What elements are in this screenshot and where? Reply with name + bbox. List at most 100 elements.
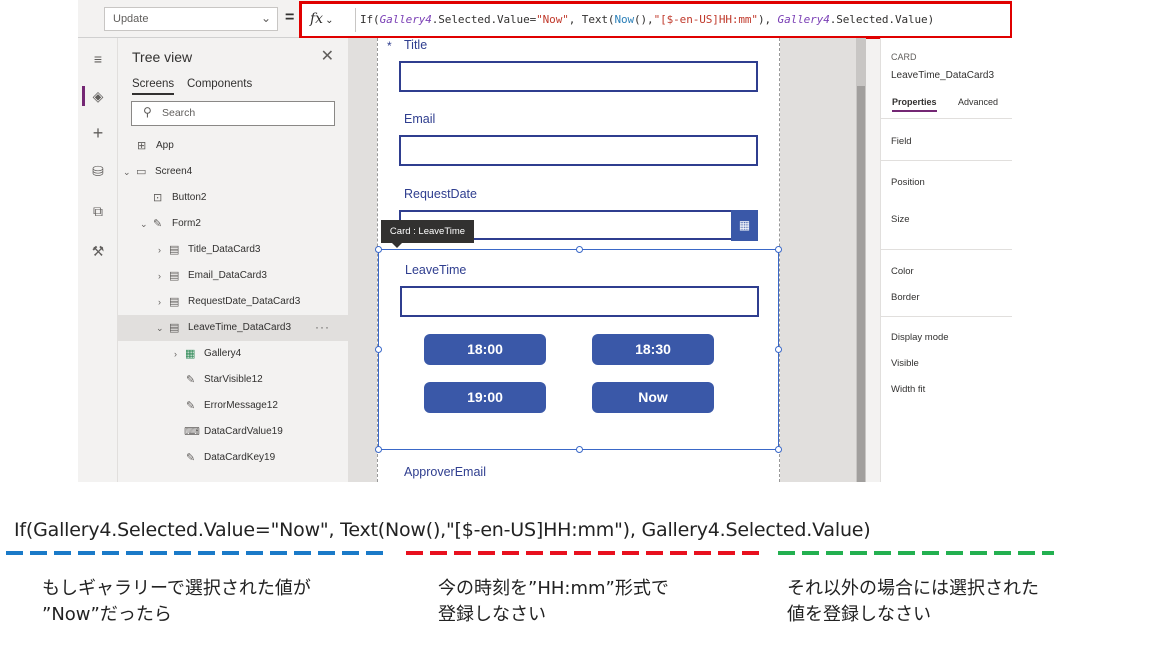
resize-handle[interactable] <box>775 346 782 353</box>
chevron-down-icon: ⌄ <box>156 323 164 333</box>
fx-icon: fx <box>310 11 324 27</box>
edit-icon: ✎ <box>186 400 196 412</box>
note-line: 今の時刻を”HH:mm”形式で <box>438 578 669 599</box>
formula-input[interactable]: fx ⌄ If(Gallery4.Selected.Value="Now", Te… <box>299 1 1012 39</box>
prop-color[interactable]: Color <box>891 266 914 277</box>
control-name: LeaveTime_DataCard3 <box>891 70 995 81</box>
tree-node-label-control[interactable]: ✎ DataCardKey19 <box>118 445 348 471</box>
canvas-scrollbar[interactable] <box>856 38 866 482</box>
time-button-1900[interactable]: 19:00 <box>424 382 546 413</box>
formula-token: , Text( <box>568 13 615 26</box>
search-input[interactable]: ⚲ Search <box>131 101 335 126</box>
prop-display-mode[interactable]: Display mode <box>891 332 949 343</box>
tree-node-label: Title_DataCard3 <box>188 244 261 255</box>
prop-width-fit[interactable]: Width fit <box>891 384 925 395</box>
data-cylinder-icon[interactable]: ⛁ <box>78 158 118 184</box>
tree-node-card[interactable]: › ▤ Title_DataCard3 <box>118 237 348 263</box>
tree-node-label: Form2 <box>172 218 201 229</box>
resize-handle[interactable] <box>576 446 583 453</box>
search-placeholder: Search <box>162 107 196 119</box>
time-button-now[interactable]: Now <box>592 382 714 413</box>
tree-node-app[interactable]: ⊞ App <box>118 133 348 159</box>
chevron-down-icon: ⌄ <box>260 11 271 25</box>
resize-handle[interactable] <box>375 446 382 453</box>
equals-sign: = <box>285 9 295 26</box>
tree-node-gallery[interactable]: › ▦ Gallery4 <box>118 341 348 367</box>
field-label-leave-time: LeaveTime <box>405 263 467 277</box>
calendar-icon[interactable]: ▦ <box>731 210 758 241</box>
prop-field[interactable]: Field <box>891 136 912 147</box>
tree-node-label: LeaveTime_DataCard3 <box>188 322 292 333</box>
chevron-down-icon: ⌄ <box>140 219 148 229</box>
tree-node-card-selected[interactable]: ⌄ ▤ LeaveTime_DataCard3 ··· <box>118 315 348 341</box>
tree-node-label: Gallery4 <box>204 348 242 359</box>
chevron-down-icon: ⌄ <box>325 15 334 26</box>
chevron-right-icon: › <box>174 349 177 359</box>
leave-time-card[interactable]: LeaveTime 18:00 18:30 19:00 Now <box>375 246 782 453</box>
note-line: それ以外の場合には選択された <box>787 578 1039 599</box>
property-dropdown[interactable]: Update ⌄ <box>104 7 278 31</box>
prop-visible[interactable]: Visible <box>891 358 919 369</box>
tree-node-label-control[interactable]: ✎ ErrorMessage12 <box>118 393 348 419</box>
note-line: 登録しなさい <box>438 604 546 625</box>
tab-properties[interactable]: Properties <box>892 97 937 112</box>
button-icon: ⊡ <box>153 192 163 204</box>
tree-node-label-control[interactable]: ✎ StarVisible12 <box>118 367 348 393</box>
chevron-down-icon: ⌄ <box>123 167 131 177</box>
formula-token: (), <box>634 13 654 26</box>
control-kind: CARD <box>891 52 917 62</box>
media-icon[interactable]: ⧉ <box>78 198 118 224</box>
tree-node-label: App <box>156 140 174 151</box>
tools-icon[interactable]: ⚒ <box>78 238 118 264</box>
gallery-icon: ▦ <box>185 348 196 360</box>
tab-screens[interactable]: Screens <box>132 78 175 95</box>
more-options-icon[interactable]: ··· <box>315 314 330 340</box>
resize-handle[interactable] <box>775 446 782 453</box>
tree-node-form[interactable]: ⌄ ✎ Form2 <box>118 211 348 237</box>
tree-node-label: ErrorMessage12 <box>204 400 278 411</box>
resize-handle[interactable] <box>775 246 782 253</box>
field-label-email: Email <box>404 112 436 126</box>
card-icon: ▤ <box>169 296 180 308</box>
hamburger-menu-icon[interactable]: ≡ <box>78 46 118 72</box>
tab-components[interactable]: Components <box>187 78 252 90</box>
note-line: もしギャラリーで選択された値が <box>42 578 311 599</box>
time-button-1800[interactable]: 18:00 <box>424 334 546 365</box>
close-icon[interactable]: ✕ <box>321 46 334 66</box>
formula-token: .Selected.Value= <box>431 13 537 26</box>
time-button-1830[interactable]: 18:30 <box>592 334 714 365</box>
insert-plus-icon[interactable]: + <box>78 120 118 146</box>
formula-code[interactable]: If(Gallery4.Selected.Value="Now", Text(N… <box>360 13 934 26</box>
edit-icon: ✎ <box>186 374 196 386</box>
tree-view-icon[interactable]: ◈ <box>78 83 118 109</box>
leave-time-input[interactable] <box>400 286 759 317</box>
card-icon: ▤ <box>169 270 180 282</box>
tree-node-label: Email_DataCard3 <box>188 270 267 281</box>
scrollbar-thumb[interactable] <box>857 86 865 482</box>
tree-node-button[interactable]: ⊡ Button2 <box>118 185 348 211</box>
edit-form[interactable]: * Title Email RequestDate ▦ LeaveTime 18… <box>375 38 782 482</box>
note-true-branch: 今の時刻を”HH:mm”形式で 登録しなさい <box>438 576 669 628</box>
tree-node-card[interactable]: › ▤ Email_DataCard3 <box>118 263 348 289</box>
prop-border[interactable]: Border <box>891 292 920 303</box>
tree-node-label: DataCardValue19 <box>204 426 283 437</box>
title-input[interactable] <box>399 61 758 92</box>
app-icon: ⊞ <box>137 140 147 152</box>
tree-node-label: StarVisible12 <box>204 374 263 385</box>
tab-advanced[interactable]: Advanced <box>958 97 998 107</box>
tree-node-card[interactable]: › ▤ RequestDate_DataCard3 <box>118 289 348 315</box>
formula-token: .Selected.Value) <box>829 13 935 26</box>
tree-node-label: Button2 <box>172 192 207 203</box>
fx-button[interactable]: fx ⌄ <box>310 11 350 29</box>
prop-position[interactable]: Position <box>891 177 925 188</box>
resize-handle[interactable] <box>375 346 382 353</box>
resize-handle[interactable] <box>576 246 583 253</box>
resize-handle[interactable] <box>375 246 382 253</box>
tree-node-screen[interactable]: ⌄ ▭ Screen4 <box>118 159 348 185</box>
prop-size[interactable]: Size <box>891 214 909 225</box>
properties-panel: CARD LeaveTime_DataCard3 Properties Adva… <box>880 38 1012 482</box>
email-input[interactable] <box>399 135 758 166</box>
formula-token: Now <box>614 13 635 26</box>
left-rail: ≡ ◈ + ⛁ ⧉ ⚒ <box>78 38 118 482</box>
tree-node-input[interactable]: ⌨ DataCardValue19 <box>118 419 348 445</box>
